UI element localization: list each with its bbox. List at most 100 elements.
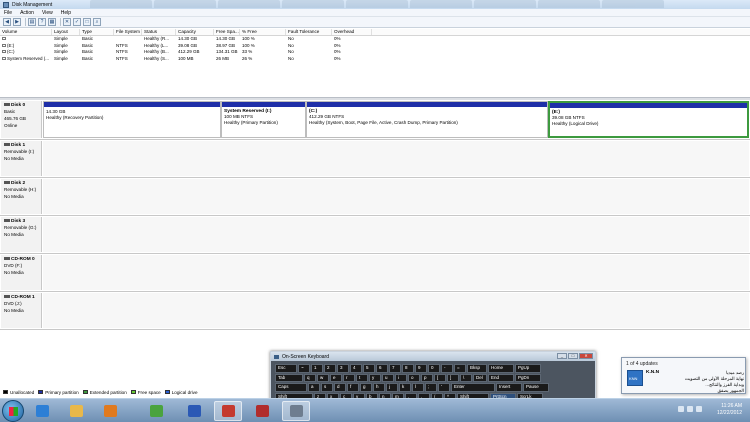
key[interactable]: ] [447, 373, 459, 382]
key[interactable]: 0 [428, 364, 440, 373]
key[interactable]: y [369, 373, 381, 382]
column-overhead[interactable]: Overhead [332, 29, 372, 35]
key-pause[interactable]: Pause [523, 383, 549, 392]
partition-e[interactable]: (E:) 39.08 GB NTFS Healthy (Logical Driv… [548, 101, 749, 138]
osk-titlebar[interactable]: On-Screen Keyboard _ □ ✕ [271, 352, 595, 361]
disk-row-cdrom-1[interactable]: CD-ROM 1 DVD (J:) No Media [0, 292, 750, 330]
key[interactable]: ' [438, 383, 450, 392]
key[interactable]: 1 [311, 364, 323, 373]
key[interactable]: o [408, 373, 420, 382]
key-pgup[interactable]: PgUp [515, 364, 541, 373]
disk-label[interactable]: Disk 2 Removable (H:) No Media [1, 179, 42, 214]
key[interactable]: 7 [389, 364, 401, 373]
key[interactable]: [ [434, 373, 446, 382]
column-fault-tolerance[interactable]: Fault Tolerance [286, 29, 332, 35]
column-file-system[interactable]: File System [114, 29, 142, 35]
key-end[interactable]: End [488, 373, 514, 382]
partition-recovery[interactable]: 14.30 GB Healthy (Recovery Partition) [43, 101, 221, 138]
disk-row-3[interactable]: Disk 3 Removable (G:) No Media [0, 216, 750, 254]
key[interactable]: 9 [415, 364, 427, 373]
open-icon[interactable]: □ [83, 18, 91, 26]
column-type[interactable]: Type [80, 29, 114, 35]
taskbar-app[interactable] [248, 401, 276, 421]
key[interactable]: j [386, 383, 398, 392]
clock[interactable]: 11:26 AM 12/22/2012 [717, 403, 742, 417]
volume-icon[interactable] [696, 406, 702, 412]
key[interactable]: u [382, 373, 394, 382]
key[interactable]: a [308, 383, 320, 392]
key[interactable]: h [373, 383, 385, 392]
key[interactable]: g [360, 383, 372, 392]
key[interactable]: t [356, 373, 368, 382]
key[interactable]: i [395, 373, 407, 382]
column-volume[interactable]: Volume [0, 29, 52, 35]
column-layout[interactable]: Layout [52, 29, 80, 35]
table-row[interactable]: System Reserved (... Simple Basic NTFS H… [0, 56, 750, 63]
key-insert[interactable]: Insert [496, 383, 522, 392]
key-tab[interactable]: Tab [275, 373, 303, 382]
key[interactable]: f [347, 383, 359, 392]
column-status[interactable]: Status [142, 29, 176, 35]
key-caps[interactable]: Caps [275, 383, 307, 392]
key-enter[interactable]: Enter [451, 383, 495, 392]
menu-view[interactable]: View [38, 10, 57, 16]
key-del[interactable]: Del [473, 373, 487, 382]
disk-row-0[interactable]: Disk 0 Basic 465.76 GB Online 14.30 GB H… [0, 100, 750, 140]
key[interactable]: 8 [402, 364, 414, 373]
update-notification[interactable]: 1 of 4 updates KNN K.N.N رصد ميديا نهاية… [621, 357, 746, 394]
taskbar-utorrent[interactable] [142, 401, 170, 421]
tray-icon[interactable] [678, 406, 684, 412]
key[interactable]: k [399, 383, 411, 392]
taskbar-ie[interactable] [28, 401, 56, 421]
key[interactable]: r [343, 373, 355, 382]
network-icon[interactable] [687, 406, 693, 412]
start-button[interactable] [2, 400, 24, 422]
close-button[interactable]: ✕ [579, 353, 593, 359]
minimize-button[interactable]: _ [557, 353, 567, 359]
back-icon[interactable]: ◀ [3, 18, 11, 26]
key-backspace[interactable]: Bksp [467, 364, 487, 373]
help-icon[interactable]: ? [38, 18, 46, 26]
key[interactable]: w [317, 373, 329, 382]
disk-row-2[interactable]: Disk 2 Removable (H:) No Media [0, 178, 750, 216]
menu-help[interactable]: Help [57, 10, 75, 16]
search-icon[interactable]: ⌕ [93, 18, 101, 26]
key[interactable]: ~ [298, 364, 310, 373]
window-titlebar[interactable]: Disk Management [0, 0, 750, 9]
disk-row-cdrom-0[interactable]: CD-ROM 0 DVD (F:) No Media [0, 254, 750, 292]
key[interactable]: s [321, 383, 333, 392]
disk-label[interactable]: CD-ROM 1 DVD (J:) No Media [1, 293, 42, 328]
taskbar-media-player[interactable] [96, 401, 124, 421]
key-home[interactable]: Home [488, 364, 514, 373]
key[interactable]: d [334, 383, 346, 392]
key[interactable]: l [412, 383, 424, 392]
disk-label[interactable]: CD-ROM 0 DVD (F:) No Media [1, 255, 42, 290]
key[interactable]: 6 [376, 364, 388, 373]
taskbar-disk-management[interactable] [214, 401, 242, 421]
taskbar-keyboard[interactable] [282, 401, 310, 421]
column-percent-free[interactable]: % Free [240, 29, 286, 35]
key-esc[interactable]: Esc [275, 364, 297, 373]
key[interactable]: 5 [363, 364, 375, 373]
partition-system-reserved[interactable]: System Reserved (I:) 100 MB NTFS Healthy… [221, 101, 306, 138]
key-pgdn[interactable]: PgDn [515, 373, 541, 382]
disk-label[interactable]: Disk 0 Basic 465.76 GB Online [1, 101, 42, 138]
menu-file[interactable]: File [0, 10, 16, 16]
disk-row-1[interactable]: Disk 1 Removable (I:) No Media [0, 140, 750, 178]
taskbar-word[interactable] [180, 401, 208, 421]
key[interactable]: 3 [337, 364, 349, 373]
taskbar-explorer[interactable] [62, 401, 90, 421]
key[interactable]: - [441, 364, 453, 373]
disk-label[interactable]: Disk 3 Removable (G:) No Media [1, 217, 42, 252]
volume-list[interactable]: Volume Layout Type File System Status Ca… [0, 29, 750, 97]
maximize-button[interactable]: □ [568, 353, 578, 359]
key[interactable]: \ [460, 373, 472, 382]
column-free-space[interactable]: Free Spa... [214, 29, 240, 35]
menu-action[interactable]: Action [16, 10, 38, 16]
partition-c[interactable]: (C:) 412.29 GB NTFS Healthy (System, Boo… [306, 101, 548, 138]
disk-label[interactable]: Disk 1 Removable (I:) No Media [1, 141, 42, 176]
key[interactable]: 4 [350, 364, 362, 373]
refresh-icon[interactable]: ▦ [48, 18, 56, 26]
forward-icon[interactable]: ▶ [13, 18, 21, 26]
key[interactable]: q [304, 373, 316, 382]
